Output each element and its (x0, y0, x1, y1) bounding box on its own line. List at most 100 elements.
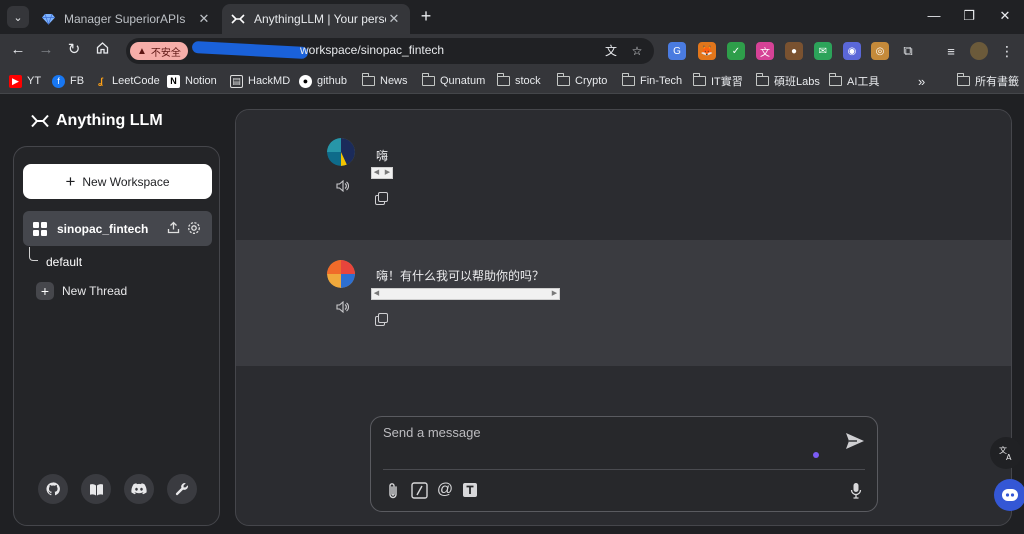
send-button[interactable] (844, 430, 868, 454)
microphone-icon (850, 482, 862, 499)
tab-close-icon[interactable]: ✕ (196, 11, 212, 27)
minimize-icon[interactable]: — (917, 6, 951, 26)
floating-assistant-button[interactable] (994, 479, 1024, 511)
settings-button[interactable] (167, 474, 197, 504)
bookmark-folder-labs[interactable]: 碩班Labs (756, 73, 820, 89)
mail-extension-icon[interactable]: ✉ (814, 42, 832, 60)
anythingllm-favicon (230, 11, 246, 27)
url-text: workspace/sinopac_fintech (300, 43, 445, 57)
message-text: 嗨！有什么我可以帮助你的吗？ (376, 269, 545, 283)
bookmark-github[interactable]: ● github (299, 73, 347, 89)
leetcode-icon: ʆ (98, 76, 103, 86)
gear-icon[interactable] (186, 221, 202, 237)
metamask-extension-icon[interactable]: 🦊 (698, 42, 716, 60)
shield-extension-icon[interactable]: ✓ (727, 42, 745, 60)
copy-icon[interactable] (374, 191, 388, 205)
puzzle-extensions-icon[interactable]: ⧉ (899, 42, 917, 60)
new-thread-button[interactable]: + New Thread (36, 282, 127, 300)
bookmark-notion[interactable]: N Notion (167, 73, 217, 89)
message-horizontal-scrollbar[interactable]: ◀ ▶ (371, 167, 393, 179)
monica-extension-icon[interactable]: ◉ (843, 42, 861, 60)
warning-icon: ▲ (137, 45, 147, 57)
browser-tab-anythingllm[interactable]: AnythingLLM | Your personal LLM trained … (222, 4, 410, 34)
browser-tab-superiorapis[interactable]: Manager SuperiorAPIs ✕ (32, 4, 220, 34)
floating-translate-button[interactable]: 文A (990, 437, 1022, 469)
workspace-item-sinopac-fintech[interactable]: sinopac_fintech (23, 211, 212, 246)
speaker-icon[interactable] (335, 300, 349, 315)
media-control-icon[interactable]: ≡ (942, 42, 960, 60)
speaker-icon[interactable] (335, 179, 349, 194)
agent-mention-button[interactable]: @ (435, 480, 455, 500)
message-horizontal-scrollbar[interactable]: ◀ ▶ (371, 288, 560, 300)
bookmark-yt[interactable]: ▶ YT (9, 73, 41, 89)
new-tab-plus-icon[interactable]: + (416, 6, 436, 26)
google-translate-extension-icon[interactable]: G (668, 42, 686, 60)
diamond-icon (40, 11, 56, 27)
translate-icon[interactable]: 文 (602, 42, 620, 60)
forward-arrow-icon[interactable]: → (36, 40, 56, 60)
youtube-icon: ▶ (9, 74, 22, 88)
message-input[interactable] (383, 425, 823, 465)
folder-icon (557, 73, 570, 86)
attach-button[interactable] (383, 480, 403, 500)
chat-message-user: 嗨 ◀ ▶ (236, 110, 1011, 240)
bookmarks-bar: ▶ YT f FB ʆ LeetCode N Notion ▤ HackMD ●… (0, 67, 1024, 94)
cookie-extension-icon[interactable]: ◎ (871, 42, 889, 60)
discord-button[interactable] (124, 474, 154, 504)
scroll-left-arrow-icon[interactable]: ◀ (372, 168, 381, 178)
bookmark-folder-fintech[interactable]: Fin-Tech (622, 73, 682, 89)
text-size-button[interactable] (460, 480, 480, 500)
insecure-label: 不安全 (150, 47, 181, 59)
bookmark-star-icon[interactable]: ☆ (628, 42, 646, 60)
scroll-right-arrow-icon[interactable]: ▶ (383, 168, 392, 178)
brand-logo[interactable]: Anything LLM (30, 112, 163, 130)
home-icon[interactable] (92, 40, 112, 60)
facebook-icon: f (52, 74, 65, 88)
bookmark-folder-stock[interactable]: stock (497, 73, 541, 89)
status-dot (813, 452, 819, 458)
upload-icon[interactable] (165, 221, 181, 237)
brown-extension-icon[interactable]: ● (785, 42, 803, 60)
scroll-right-arrow-icon[interactable]: ▶ (550, 289, 559, 299)
bookmark-folder-news[interactable]: News (362, 73, 408, 89)
kebab-menu-icon[interactable]: ⋮ (998, 42, 1016, 60)
bookmark-hackmd[interactable]: ▤ HackMD (230, 73, 290, 89)
folder-icon (693, 73, 706, 86)
browser-toolbar: ← → ↻ ▲ 不安全 workspace/sinopac_fintech 文 … (0, 34, 1024, 67)
bookmark-leetcode[interactable]: ʆ LeetCode (94, 73, 160, 89)
window-close-icon[interactable]: ✕ (988, 6, 1022, 26)
wrench-icon (175, 483, 188, 496)
bookmarks-overflow-chevron-icon[interactable]: » (918, 73, 925, 89)
sidebar: + New Workspace sinopac_fintech default … (13, 146, 220, 526)
reload-icon[interactable]: ↻ (64, 40, 84, 60)
new-workspace-button[interactable]: + New Workspace (23, 164, 212, 199)
thread-item-default[interactable]: default (46, 255, 82, 269)
message-text: 嗨 (376, 149, 389, 163)
docs-button[interactable] (81, 474, 111, 504)
bookmark-folder-qunatum[interactable]: Qunatum (422, 73, 485, 89)
workspace-name: sinopac_fintech (57, 221, 149, 236)
back-arrow-icon[interactable]: ← (8, 40, 28, 60)
tab-search-chevron-icon[interactable]: ⌄ (7, 6, 29, 28)
insecure-badge[interactable]: ▲ 不安全 (130, 42, 188, 60)
restore-icon[interactable]: ❐ (952, 6, 986, 26)
slash-command-button[interactable] (409, 480, 429, 500)
profile-avatar[interactable] (970, 42, 988, 60)
translate-icon: 文A (999, 445, 1012, 461)
scroll-left-arrow-icon[interactable]: ◀ (372, 289, 381, 299)
bookmark-folder-crypto[interactable]: Crypto (557, 73, 607, 89)
github-icon (46, 482, 60, 496)
bookmark-fb[interactable]: f FB (52, 73, 84, 89)
address-bar[interactable]: ▲ 不安全 workspace/sinopac_fintech 文 ☆ (126, 38, 654, 64)
microphone-button[interactable] (846, 480, 866, 500)
plus-icon: + (36, 282, 54, 300)
github-button[interactable] (38, 474, 68, 504)
bookmark-folder-it-internship[interactable]: IT實習 (693, 73, 743, 89)
tab-close-icon[interactable]: ✕ (386, 11, 402, 27)
bookmark-all-bookmarks[interactable]: 所有書籤 (957, 73, 1019, 89)
new-workspace-label: New Workspace (82, 174, 170, 189)
copy-icon[interactable] (374, 312, 388, 326)
folder-icon (362, 73, 375, 86)
bookmark-folder-ai-tools[interactable]: AI工具 (829, 73, 879, 89)
dictionary-extension-icon[interactable]: 文 (756, 42, 774, 60)
